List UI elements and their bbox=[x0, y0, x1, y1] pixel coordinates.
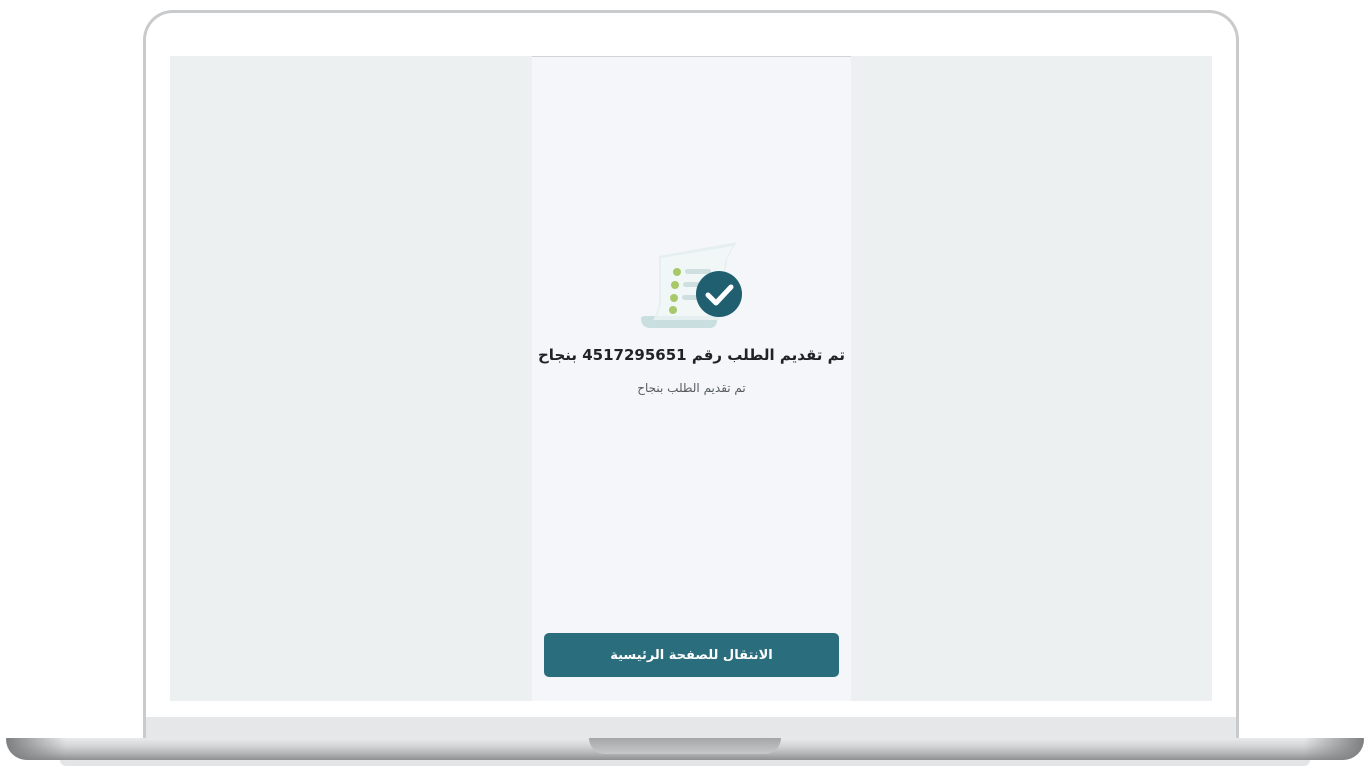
laptop-mockup: تم تقديم الطلب رقم 4517295651 بنجاح تم ت… bbox=[0, 0, 1370, 774]
laptop-lid-chin bbox=[146, 717, 1236, 738]
laptop-base-shadow bbox=[60, 760, 1310, 766]
confirmation-title: تم تقديم الطلب رقم 4517295651 بنجاح bbox=[538, 346, 845, 364]
laptop-screen: تم تقديم الطلب رقم 4517295651 بنجاح تم ت… bbox=[170, 56, 1212, 701]
go-to-home-button[interactable]: الانتقال للصفحة الرئيسية bbox=[544, 633, 839, 677]
go-to-home-button-label: الانتقال للصفحة الرئيسية bbox=[610, 647, 773, 663]
laptop-base-notch bbox=[589, 738, 781, 754]
laptop-base-edge-left bbox=[6, 738, 66, 760]
confirmation-subtitle: تم تقديم الطلب بنجاح bbox=[637, 381, 746, 395]
laptop-base-edge-right bbox=[1304, 738, 1364, 760]
app-viewport: تم تقديم الطلب رقم 4517295651 بنجاح تم ت… bbox=[532, 56, 851, 701]
receipt-check-icon bbox=[639, 240, 745, 336]
